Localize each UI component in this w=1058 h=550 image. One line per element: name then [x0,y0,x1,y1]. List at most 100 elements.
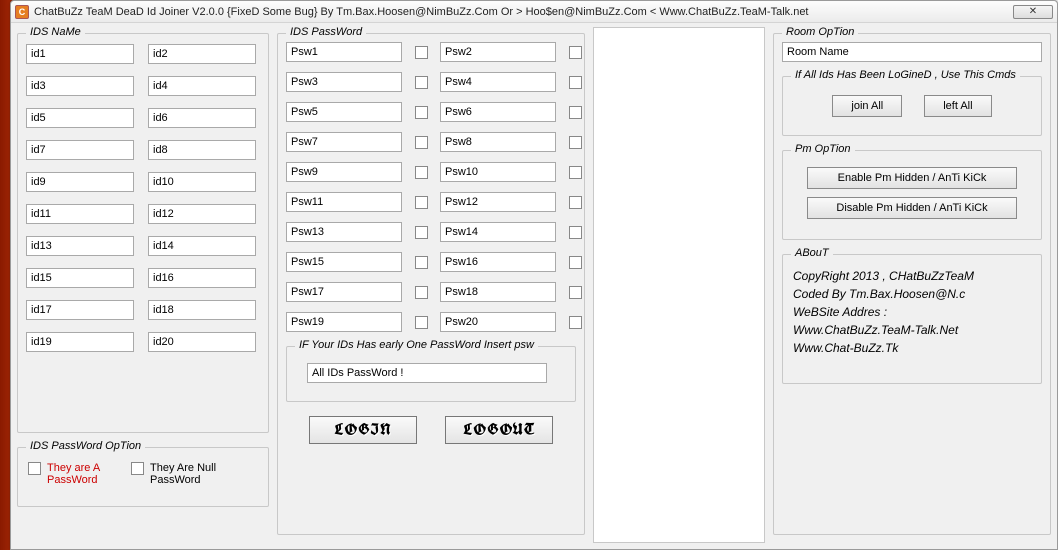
about-line: Coded By Tm.Bax.Hoosen@N.c [793,285,1031,303]
pw-opt2-label[interactable]: They Are Null PassWord [131,462,230,486]
ids-password-group: IDS PassWord IF Your IDs Has early One P… [277,33,585,535]
psw-input-5[interactable] [286,102,402,122]
app-icon: C [15,5,29,19]
join-all-button[interactable]: join All [832,95,902,117]
disable-pm-button[interactable]: Disable Pm Hidden / AnTi KiCk [807,197,1017,219]
psw-checkbox-8[interactable] [569,136,582,149]
room-option-group: Room OpTion If All Ids Has Been LoGineD … [773,33,1051,535]
id-input-16[interactable] [148,268,256,288]
pw-option-group: IDS PassWord OpTion They are A PassWord … [17,447,269,507]
id-input-12[interactable] [148,204,256,224]
psw-input-2[interactable] [440,42,556,62]
enable-pm-button[interactable]: Enable Pm Hidden / AnTi KiCk [807,167,1017,189]
psw-input-3[interactable] [286,72,402,92]
psw-checkbox-16[interactable] [569,256,582,269]
client-area: IDS NaMe IDS PassWord OpTion They are A … [17,27,1051,543]
pw-opt1-label[interactable]: They are A PassWord [28,462,117,486]
id-input-11[interactable] [26,204,134,224]
psw-input-15[interactable] [286,252,402,272]
psw-input-20[interactable] [440,312,556,332]
psw-input-1[interactable] [286,42,402,62]
id-input-7[interactable] [26,140,134,160]
about-line: Www.Chat-BuZz.Tk [793,339,1031,357]
psw-input-14[interactable] [440,222,556,242]
psw-checkbox-1[interactable] [415,46,428,59]
id-input-20[interactable] [148,332,256,352]
psw-checkbox-5[interactable] [415,106,428,119]
psw-checkbox-7[interactable] [415,136,428,149]
psw-input-8[interactable] [440,132,556,152]
psw-input-10[interactable] [440,162,556,182]
pw-option-legend: IDS PassWord OpTion [26,440,145,452]
id-input-8[interactable] [148,140,256,160]
logout-button[interactable]: LOGOUT [445,416,553,444]
id-input-3[interactable] [26,76,134,96]
psw-input-4[interactable] [440,72,556,92]
id-input-6[interactable] [148,108,256,128]
pw-opt1-checkbox[interactable] [28,462,41,475]
id-input-14[interactable] [148,236,256,256]
pm-option-group: Pm OpTion Enable Pm Hidden / AnTi KiCk D… [782,150,1042,240]
login-button[interactable]: LOGIN [309,416,417,444]
login-logout-row: LOGIN LOGOUT [286,416,576,444]
pw-opt1-text: They are A PassWord [47,462,117,486]
ids-name-legend: IDS NaMe [26,26,85,38]
all-ids-password-input[interactable] [307,363,547,383]
room-option-column: Room OpTion If All Ids Has Been LoGineD … [773,27,1051,543]
psw-checkbox-10[interactable] [569,166,582,179]
psw-grid [286,42,576,332]
id-input-10[interactable] [148,172,256,192]
psw-checkbox-20[interactable] [569,316,582,329]
psw-checkbox-14[interactable] [569,226,582,239]
room-name-input[interactable] [782,42,1042,62]
app-window: C ChatBuZz TeaM DeaD Id Joiner V2.0.0 {F… [10,0,1058,550]
id-input-15[interactable] [26,268,134,288]
id-input-9[interactable] [26,172,134,192]
ids-password-column: IDS PassWord IF Your IDs Has early One P… [277,27,585,543]
psw-checkbox-19[interactable] [415,316,428,329]
psw-checkbox-11[interactable] [415,196,428,209]
pw-opt2-text: They Are Null PassWord [150,462,230,486]
id-input-19[interactable] [26,332,134,352]
psw-input-12[interactable] [440,192,556,212]
psw-input-13[interactable] [286,222,402,242]
room-option-legend: Room OpTion [782,26,858,38]
close-button[interactable]: ✕ [1013,5,1053,19]
psw-input-17[interactable] [286,282,402,302]
psw-checkbox-3[interactable] [415,76,428,89]
id-input-17[interactable] [26,300,134,320]
left-all-button[interactable]: left All [924,95,991,117]
early-password-group: IF Your IDs Has early One PassWord Inser… [286,346,576,402]
id-input-18[interactable] [148,300,256,320]
psw-checkbox-9[interactable] [415,166,428,179]
psw-input-9[interactable] [286,162,402,182]
psw-checkbox-13[interactable] [415,226,428,239]
psw-checkbox-18[interactable] [569,286,582,299]
psw-checkbox-4[interactable] [569,76,582,89]
about-legend: ABouT [791,247,833,259]
psw-input-6[interactable] [440,102,556,122]
psw-checkbox-15[interactable] [415,256,428,269]
about-line: WeBSite Addres : [793,303,1031,321]
psw-input-19[interactable] [286,312,402,332]
psw-input-7[interactable] [286,132,402,152]
early-password-legend: IF Your IDs Has early One PassWord Inser… [295,339,538,351]
id-input-4[interactable] [148,76,256,96]
psw-checkbox-2[interactable] [569,46,582,59]
ids-password-legend: IDS PassWord [286,26,366,38]
ids-grid [26,44,260,352]
psw-checkbox-12[interactable] [569,196,582,209]
id-input-13[interactable] [26,236,134,256]
psw-input-18[interactable] [440,282,556,302]
psw-checkbox-17[interactable] [415,286,428,299]
title-bar: C ChatBuZz TeaM DeaD Id Joiner V2.0.0 {F… [11,1,1057,23]
pw-opt2-checkbox[interactable] [131,462,144,475]
id-input-2[interactable] [148,44,256,64]
pm-option-legend: Pm OpTion [791,143,855,155]
empty-listbox[interactable] [593,27,765,543]
psw-input-11[interactable] [286,192,402,212]
psw-input-16[interactable] [440,252,556,272]
id-input-1[interactable] [26,44,134,64]
id-input-5[interactable] [26,108,134,128]
psw-checkbox-6[interactable] [569,106,582,119]
